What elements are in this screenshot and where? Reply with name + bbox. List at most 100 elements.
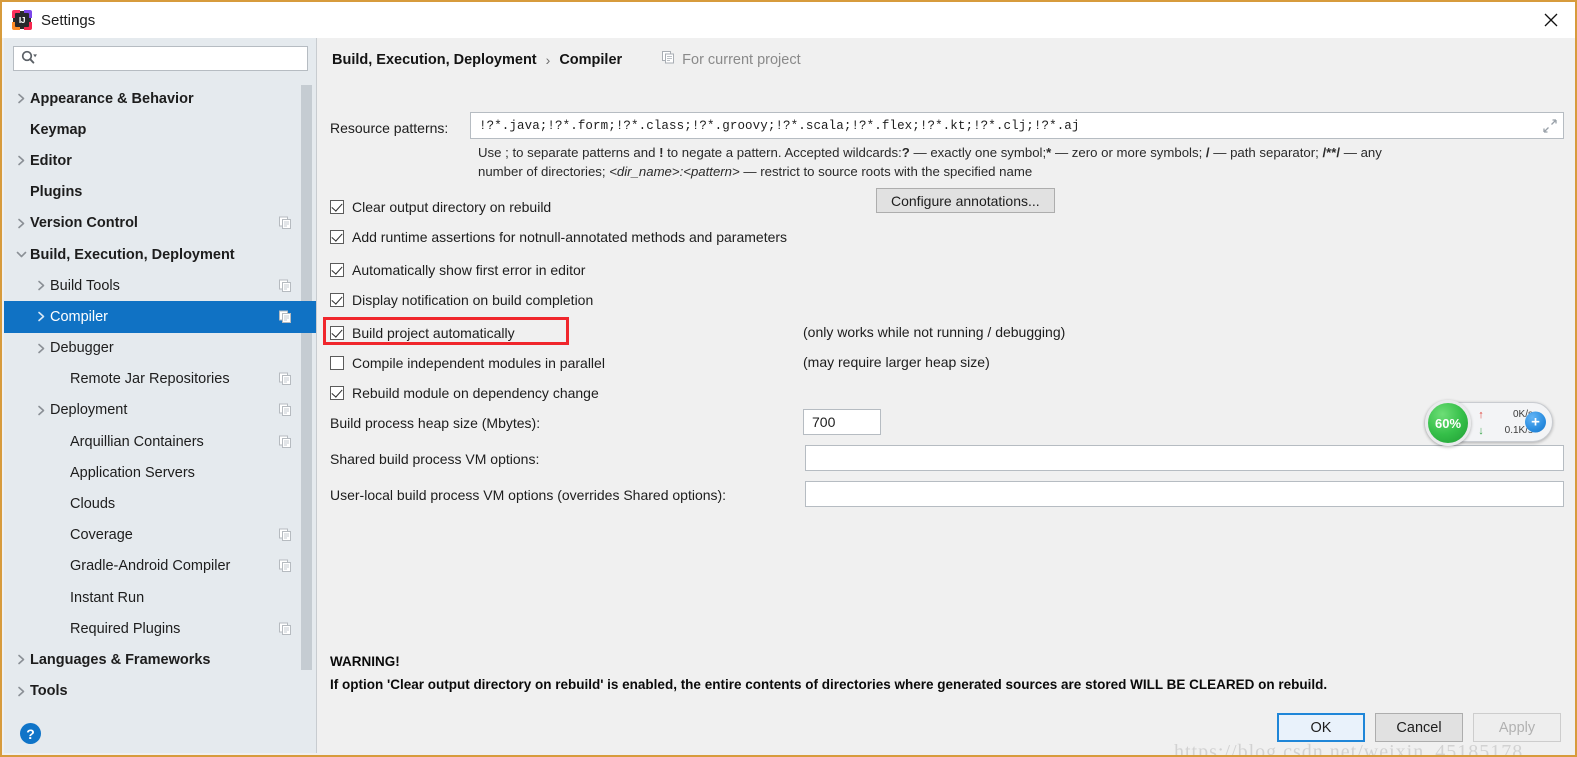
shared-vm-options-label: Shared build process VM options: bbox=[330, 451, 540, 467]
search-input[interactable] bbox=[42, 48, 292, 69]
sidebar-item-label: Appearance & Behavior bbox=[30, 90, 194, 107]
sidebar-item-keymap[interactable]: Keymap bbox=[4, 114, 316, 145]
checkbox-label: Display notification on build completion bbox=[352, 292, 594, 308]
chevron-right-icon[interactable] bbox=[13, 686, 30, 697]
chevron-right-icon[interactable] bbox=[33, 405, 50, 416]
breadcrumb-parent[interactable]: Build, Execution, Deployment bbox=[332, 52, 537, 68]
download-arrow-icon: ↓ bbox=[1478, 425, 1484, 437]
expand-icon[interactable] bbox=[1541, 118, 1559, 133]
sidebar-item-build-execution-deployment[interactable]: Build, Execution, Deployment bbox=[4, 239, 316, 270]
search-icon bbox=[21, 50, 38, 68]
cancel-button[interactable]: Cancel bbox=[1375, 713, 1463, 742]
memory-percent-badge[interactable]: 60% bbox=[1425, 400, 1471, 446]
settings-sidebar: Appearance & Behavior Keymap Editor Plugins… bbox=[4, 38, 317, 753]
sidebar-item-debugger[interactable]: Debugger bbox=[4, 333, 316, 364]
chevron-down-icon[interactable] bbox=[13, 250, 30, 259]
sidebar-item-gradle-android-compiler[interactable]: Gradle-Android Compiler bbox=[4, 551, 316, 582]
checkbox-row-rebuild-module-on-dependency-change[interactable]: Rebuild module on dependency change bbox=[330, 382, 599, 404]
local-vm-options-field[interactable] bbox=[805, 481, 1564, 507]
project-scope-icon bbox=[279, 403, 292, 417]
add-icon[interactable]: + bbox=[1525, 411, 1546, 433]
sidebar-item-label: Gradle-Android Compiler bbox=[70, 558, 231, 575]
sidebar-item-application-servers[interactable]: Application Servers bbox=[4, 457, 316, 488]
sidebar-item-label: Debugger bbox=[50, 340, 114, 357]
hint-compile-independent-modules-in-parallel: (may require larger heap size) bbox=[803, 354, 990, 370]
checkbox-label: Compile independent modules in parallel bbox=[352, 355, 605, 371]
warning-body: If option 'Clear output directory on reb… bbox=[330, 677, 1328, 692]
title-bar: IJ Settings bbox=[2, 2, 1575, 38]
checkbox-row-build-project-automatically[interactable]: Build project automatically bbox=[330, 322, 515, 344]
help-text-4: — restrict to source roots with the spec… bbox=[739, 164, 1033, 179]
project-scope-icon bbox=[279, 216, 292, 230]
heap-size-input[interactable] bbox=[810, 411, 880, 433]
chevron-right-icon[interactable] bbox=[13, 93, 30, 104]
configure-annotations-button[interactable]: Configure annotations... bbox=[876, 188, 1055, 213]
shared-vm-options-field[interactable] bbox=[805, 445, 1564, 471]
sidebar-item-plugins[interactable]: Plugins bbox=[4, 177, 316, 208]
checkbox-row-display-notification-on-build-completion[interactable]: Display notification on build completion bbox=[330, 289, 593, 311]
resource-patterns-input[interactable] bbox=[477, 114, 1541, 137]
sidebar-item-label: Keymap bbox=[30, 121, 87, 138]
resource-patterns-help: Use ; to separate patterns and ! to nega… bbox=[478, 143, 1553, 181]
sidebar-item-languages-frameworks[interactable]: Languages & Frameworks bbox=[4, 644, 316, 675]
breadcrumb-separator: › bbox=[545, 51, 551, 68]
chevron-right-icon[interactable] bbox=[13, 218, 30, 229]
sidebar-item-arquillian-containers[interactable]: Arquillian Containers bbox=[4, 426, 316, 457]
chevron-right-icon[interactable] bbox=[33, 343, 50, 354]
search-container bbox=[4, 38, 316, 77]
network-speed-widget[interactable]: 60% ↑ 0K/s ↓ 0.1K/s + bbox=[1425, 400, 1553, 446]
chevron-right-icon[interactable] bbox=[33, 311, 50, 322]
checkbox-build-project-automatically[interactable] bbox=[330, 326, 344, 340]
sidebar-item-label: Version Control bbox=[30, 215, 138, 232]
sidebar-item-deployment[interactable]: Deployment bbox=[4, 395, 316, 426]
warning-block: WARNING! If option 'Clear output directo… bbox=[330, 650, 1563, 696]
chevron-right-icon[interactable] bbox=[33, 280, 50, 291]
checkbox-rebuild-module-on-dependency-change[interactable] bbox=[330, 386, 344, 400]
sidebar-item-build-tools[interactable]: Build Tools bbox=[4, 270, 316, 301]
checkbox-label: Rebuild module on dependency change bbox=[352, 385, 599, 401]
help-text-3: number of directories; bbox=[478, 164, 610, 179]
sidebar-item-instant-run[interactable]: Instant Run bbox=[4, 582, 316, 613]
sidebar-item-clouds[interactable]: Clouds bbox=[4, 488, 316, 519]
dialog-buttons: OK Cancel Apply bbox=[1267, 713, 1561, 742]
chevron-right-icon[interactable] bbox=[13, 155, 30, 166]
shared-vm-options-input[interactable] bbox=[812, 447, 1563, 469]
sidebar-item-remote-jar-repositories[interactable]: Remote Jar Repositories bbox=[4, 364, 316, 395]
checkbox-row-clear-output-directory-on-rebuild[interactable]: Clear output directory on rebuild bbox=[330, 196, 551, 218]
checkbox-label: Add runtime assertions for notnull-annot… bbox=[352, 229, 788, 245]
ok-button[interactable]: OK bbox=[1277, 713, 1365, 742]
checkbox-display-notification-on-build-completion[interactable] bbox=[330, 293, 344, 307]
sidebar-item-label: Application Servers bbox=[70, 464, 195, 481]
search-box[interactable] bbox=[13, 46, 308, 71]
checkbox-compile-independent-modules-in-parallel[interactable] bbox=[330, 356, 344, 370]
help-icon[interactable]: ? bbox=[20, 723, 41, 744]
sidebar-item-label: Required Plugins bbox=[70, 620, 181, 637]
resource-patterns-field[interactable] bbox=[470, 112, 1564, 139]
project-scope-icon bbox=[279, 435, 292, 448]
sidebar-item-coverage[interactable]: Coverage bbox=[4, 520, 316, 551]
project-scope-icon bbox=[279, 528, 292, 542]
sidebar-item-label: Tools bbox=[30, 683, 68, 700]
sidebar-item-tools[interactable]: Tools bbox=[4, 676, 316, 707]
checkbox-add-runtime-assertions-for-notnull-annotated-methods-and-parameters[interactable] bbox=[330, 230, 344, 244]
sidebar-item-compiler[interactable]: Compiler bbox=[4, 301, 316, 333]
checkbox-clear-output-directory-on-rebuild[interactable] bbox=[330, 200, 344, 214]
sidebar-item-editor[interactable]: Editor bbox=[4, 145, 316, 176]
sidebar-item-required-plugins[interactable]: Required Plugins bbox=[4, 613, 316, 644]
checkbox-row-automatically-show-first-error-in-editor[interactable]: Automatically show first error in editor bbox=[330, 259, 585, 281]
checkbox-automatically-show-first-error-in-editor[interactable] bbox=[330, 263, 344, 277]
sidebar-item-version-control[interactable]: Version Control bbox=[4, 208, 316, 239]
download-row: ↓ 0.1K/s bbox=[1475, 423, 1533, 439]
sidebar-item-appearance-behavior[interactable]: Appearance & Behavior bbox=[4, 83, 316, 114]
close-icon[interactable] bbox=[1527, 2, 1575, 38]
checkbox-row-add-runtime-assertions-for-notnull-annotated-methods-and-parameters[interactable]: Add runtime assertions for notnull-annot… bbox=[330, 226, 787, 248]
heap-size-field[interactable] bbox=[803, 409, 881, 435]
checkbox-row-compile-independent-modules-in-parallel[interactable]: Compile independent modules in parallel bbox=[330, 352, 605, 374]
help-q-desc: — exactly one symbol; bbox=[909, 145, 1047, 160]
checkbox-label: Build project automatically bbox=[352, 325, 515, 341]
heap-size-label: Build process heap size (Mbytes): bbox=[330, 415, 541, 431]
local-vm-options-label: User-local build process VM options (ove… bbox=[330, 487, 727, 503]
window-title: Settings bbox=[41, 11, 96, 29]
local-vm-options-input[interactable] bbox=[812, 483, 1563, 505]
chevron-right-icon[interactable] bbox=[13, 654, 30, 665]
